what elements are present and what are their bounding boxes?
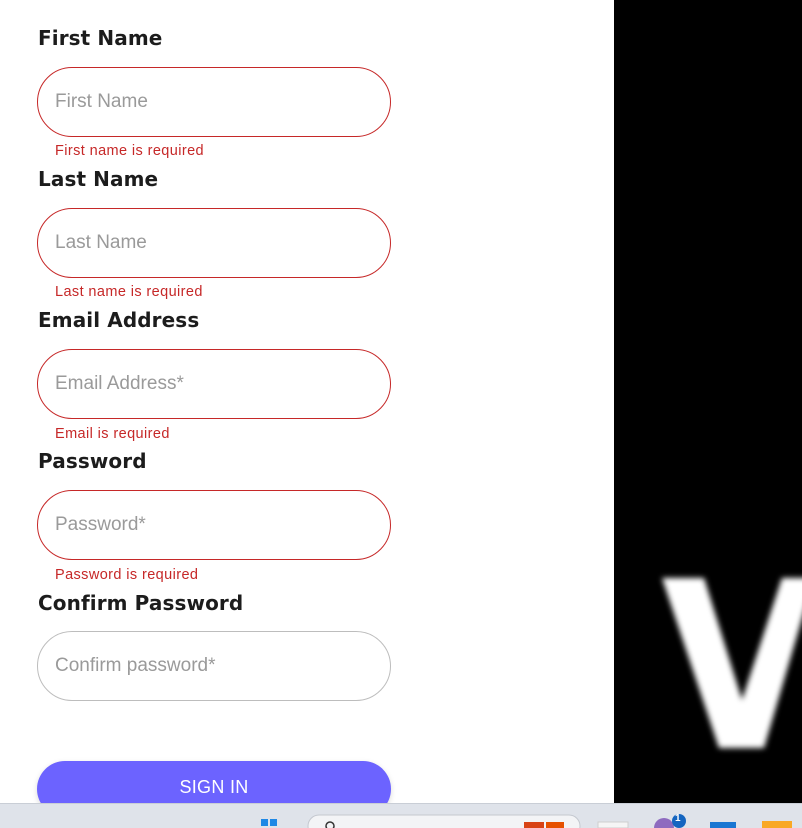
- email-input[interactable]: [37, 349, 391, 419]
- gift-icon[interactable]: [524, 822, 564, 828]
- windows-start-icon[interactable]: [261, 819, 277, 826]
- confirm-password-input[interactable]: [37, 631, 391, 701]
- widget-icon[interactable]: [597, 821, 629, 828]
- first-name-input[interactable]: [37, 67, 391, 137]
- letter-v-glyph: [662, 578, 802, 748]
- first-name-error: First name is required: [55, 143, 205, 159]
- password-input[interactable]: [37, 490, 391, 560]
- hero-media-panel: [614, 0, 802, 803]
- taskbar-icons: [261, 814, 792, 828]
- notification-count: 1: [675, 813, 681, 824]
- password-label: Password: [38, 449, 147, 473]
- email-label: Email Address: [38, 308, 200, 332]
- confirm-password-label: Confirm Password: [38, 591, 244, 615]
- os-taskbar: 1: [0, 803, 802, 828]
- password-error: Password is required: [55, 567, 199, 583]
- last-name-input[interactable]: [37, 208, 391, 278]
- last-name-error: Last name is required: [55, 284, 203, 300]
- signup-form: First Name First name is required Last N…: [0, 0, 614, 817]
- last-name-label: Last Name: [38, 167, 159, 191]
- code-editor-icon[interactable]: [710, 822, 736, 828]
- first-name-label: First Name: [38, 26, 163, 50]
- hero-letter-image: [662, 578, 802, 748]
- email-error: Email is required: [55, 426, 170, 442]
